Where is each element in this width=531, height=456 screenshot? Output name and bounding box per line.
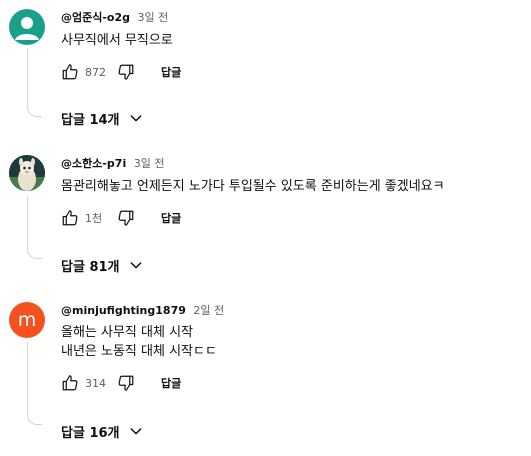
thread-line [27, 342, 42, 425]
alpaca-icon [9, 155, 45, 191]
view-replies-button[interactable]: 답글 81개 [61, 255, 144, 275]
like-icon[interactable] [61, 63, 79, 81]
comment-text-line: 내년은 노동직 대체 시작ㄷㄷ [61, 344, 217, 359]
dislike-icon[interactable] [117, 374, 135, 392]
avatar[interactable] [9, 155, 45, 191]
replies-count-label: 답글 81개 [61, 259, 120, 275]
reply-button[interactable]: 답글 [161, 375, 181, 391]
comment-text: 몸관리해놓고 언제든지 노가다 투입될수 있도록 준비하는게 좋겠네요ㅋ [61, 177, 445, 196]
dislike-icon[interactable] [117, 209, 135, 227]
reply-button[interactable]: 답글 [161, 210, 181, 226]
thread-line [27, 196, 42, 259]
view-replies-button[interactable]: 답글 14개 [61, 108, 144, 128]
comment-time[interactable]: 3일 전 [134, 157, 165, 170]
comment-text-line: 사무직에서 무직으로 [61, 33, 173, 48]
comment-text: 사무직에서 무직으로 [61, 31, 173, 50]
dislike-icon[interactable] [117, 63, 135, 81]
like-count: 314 [85, 376, 106, 390]
view-replies-button[interactable]: 답글 16개 [61, 421, 144, 441]
comment-text: 올해는 사무직 대체 시작 내년은 노동직 대체 시작ㄷㄷ [61, 323, 217, 361]
like-count: 1천 [85, 212, 103, 225]
like-icon[interactable] [61, 374, 79, 392]
like-count: 872 [85, 65, 106, 79]
comment-author[interactable]: @minjufighting1879 [61, 304, 186, 317]
chevron-down-icon [128, 110, 144, 126]
like-icon[interactable] [61, 209, 79, 227]
comment-author[interactable]: @소한소-p7i [61, 157, 126, 170]
comment-text-line: 올해는 사무직 대체 시작 [61, 325, 193, 340]
replies-count-label: 답글 14개 [61, 112, 120, 128]
reply-button[interactable]: 답글 [161, 64, 181, 80]
avatar-letter: m [17, 309, 37, 331]
chevron-down-icon [128, 257, 144, 273]
avatar[interactable]: m [9, 302, 45, 338]
thread-line [27, 48, 42, 117]
avatar[interactable] [9, 9, 45, 45]
default-person-icon [15, 17, 39, 40]
comment-author[interactable]: @엄준식-o2g [61, 11, 130, 24]
comment-text-line: 몸관리해놓고 언제든지 노가다 투입될수 있도록 준비하는게 좋겠네요ㅋ [61, 179, 445, 194]
comment-time[interactable]: 3일 전 [138, 11, 169, 24]
chevron-down-icon [128, 423, 144, 439]
comment-time[interactable]: 2일 전 [193, 304, 224, 317]
replies-count-label: 답글 16개 [61, 425, 120, 441]
